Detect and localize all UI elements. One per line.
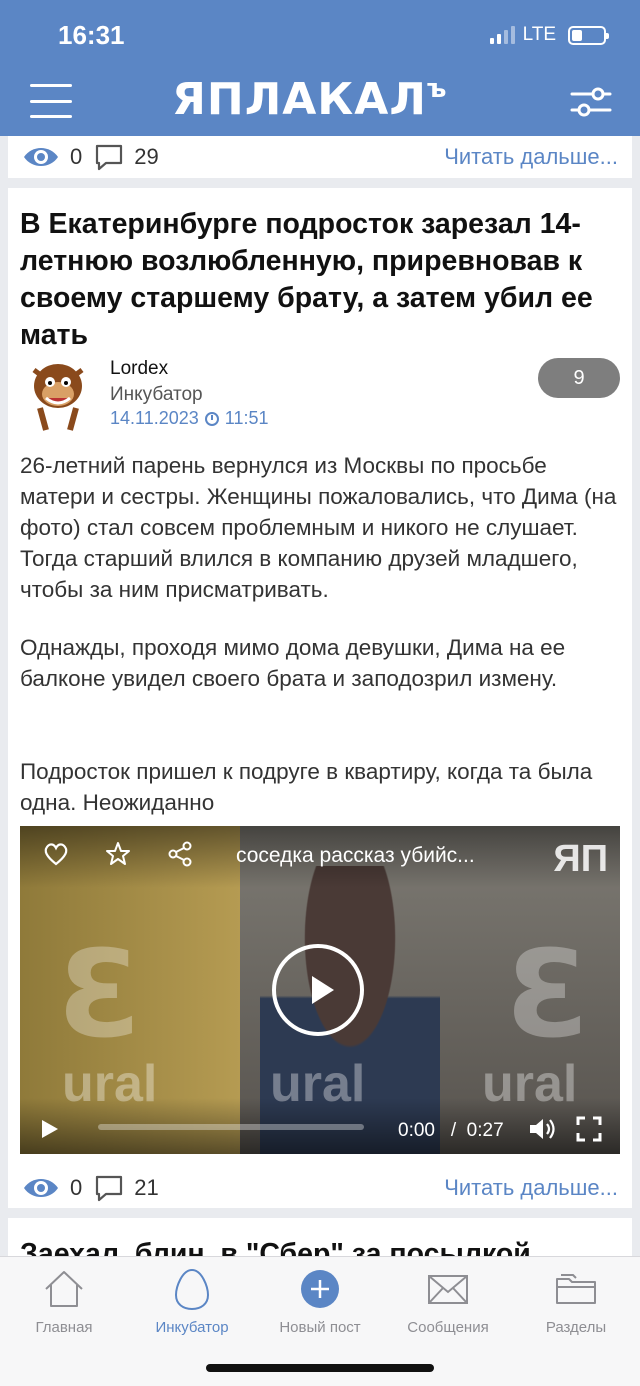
post-paragraph: Однажды, проходя мимо дома девушки, Дима… <box>20 635 566 691</box>
filter-settings-icon[interactable] <box>570 84 612 118</box>
video-player[interactable]: Ɛ Ɛ ural ural ural соседка рассказ убийс… <box>20 826 620 1154</box>
clock-icon <box>204 411 219 426</box>
tab-sections[interactable]: Разделы <box>512 1267 640 1336</box>
read-more-link[interactable]: Читать дальше... <box>444 144 618 170</box>
post-card: В Екатеринбурге подросток зарезал 14-лет… <box>8 188 632 1208</box>
tab-incubator[interactable]: Инкубатор <box>128 1267 256 1336</box>
tab-home[interactable]: Главная <box>0 1267 128 1336</box>
comments-count: 21 <box>134 1175 159 1200</box>
comment-icon[interactable] <box>94 1174 124 1202</box>
signal-icon <box>489 26 515 44</box>
network-type: LTE <box>522 24 556 45</box>
play-small-icon[interactable] <box>42 1120 58 1138</box>
views-count: 0 <box>70 144 83 169</box>
video-title[interactable]: соседка рассказ убийс... <box>236 844 475 868</box>
views-count: 0 <box>70 1175 83 1200</box>
home-indicator[interactable] <box>206 1364 434 1372</box>
tab-new-post[interactable]: Новый пост <box>256 1267 384 1336</box>
tab-messages[interactable]: Сообщения <box>384 1267 512 1336</box>
post-meta: 0 29 Читать дальше... <box>22 137 618 177</box>
video-channel-logo: ЯП <box>553 838 608 880</box>
author-avatar[interactable] <box>26 356 90 434</box>
plus-circle-icon <box>301 1270 339 1308</box>
post-date: 14.11.2023 11:51 <box>110 408 269 428</box>
comments-count: 29 <box>134 144 159 169</box>
heart-icon[interactable] <box>42 840 70 868</box>
post-paragraph: Подросток пришел к подруге в квартиру, к… <box>20 759 593 815</box>
play-button[interactable] <box>272 944 364 1036</box>
watermark-icon: Ɛ <box>506 926 590 1065</box>
previous-post-card: 0 29 Читать дальше... <box>8 136 632 178</box>
envelope-icon <box>428 1275 468 1304</box>
author-name[interactable]: Lordex <box>110 358 168 380</box>
post-paragraph: 26-летний парень вернулся из Москвы по п… <box>20 453 617 602</box>
post-title[interactable]: В Екатеринбурге подросток зарезал 14-лет… <box>20 206 620 354</box>
read-more-link[interactable]: Читать дальше... <box>444 1175 618 1201</box>
volume-icon[interactable] <box>528 1116 556 1142</box>
star-icon[interactable] <box>104 840 132 868</box>
eye-icon <box>24 148 58 166</box>
post-meta: 0 21 Читать дальше... <box>22 1168 618 1208</box>
share-icon[interactable] <box>166 840 194 868</box>
status-indicators: LTE <box>489 24 609 46</box>
watermark-icon: Ɛ <box>58 926 142 1065</box>
folders-icon <box>556 1274 596 1304</box>
home-icon <box>45 1271 83 1307</box>
rating-badge[interactable]: 9 <box>538 358 620 398</box>
egg-icon <box>174 1268 210 1311</box>
status-time: 16:31 <box>58 20 125 50</box>
menu-button[interactable] <box>30 84 72 118</box>
video-time: 0:00 / 0:27 <box>398 1120 504 1141</box>
site-logo[interactable]: ЯПЛАКАЛъ <box>172 74 447 125</box>
comment-icon[interactable] <box>94 143 124 171</box>
post-section[interactable]: Инкубатор <box>110 384 203 406</box>
battery-icon <box>568 25 609 45</box>
eye-icon <box>24 1179 58 1197</box>
video-progress-bar[interactable] <box>98 1124 364 1130</box>
app-header: 16:31 LTE ЯПЛАКАЛъ <box>0 0 640 136</box>
fullscreen-icon[interactable] <box>576 1116 602 1142</box>
